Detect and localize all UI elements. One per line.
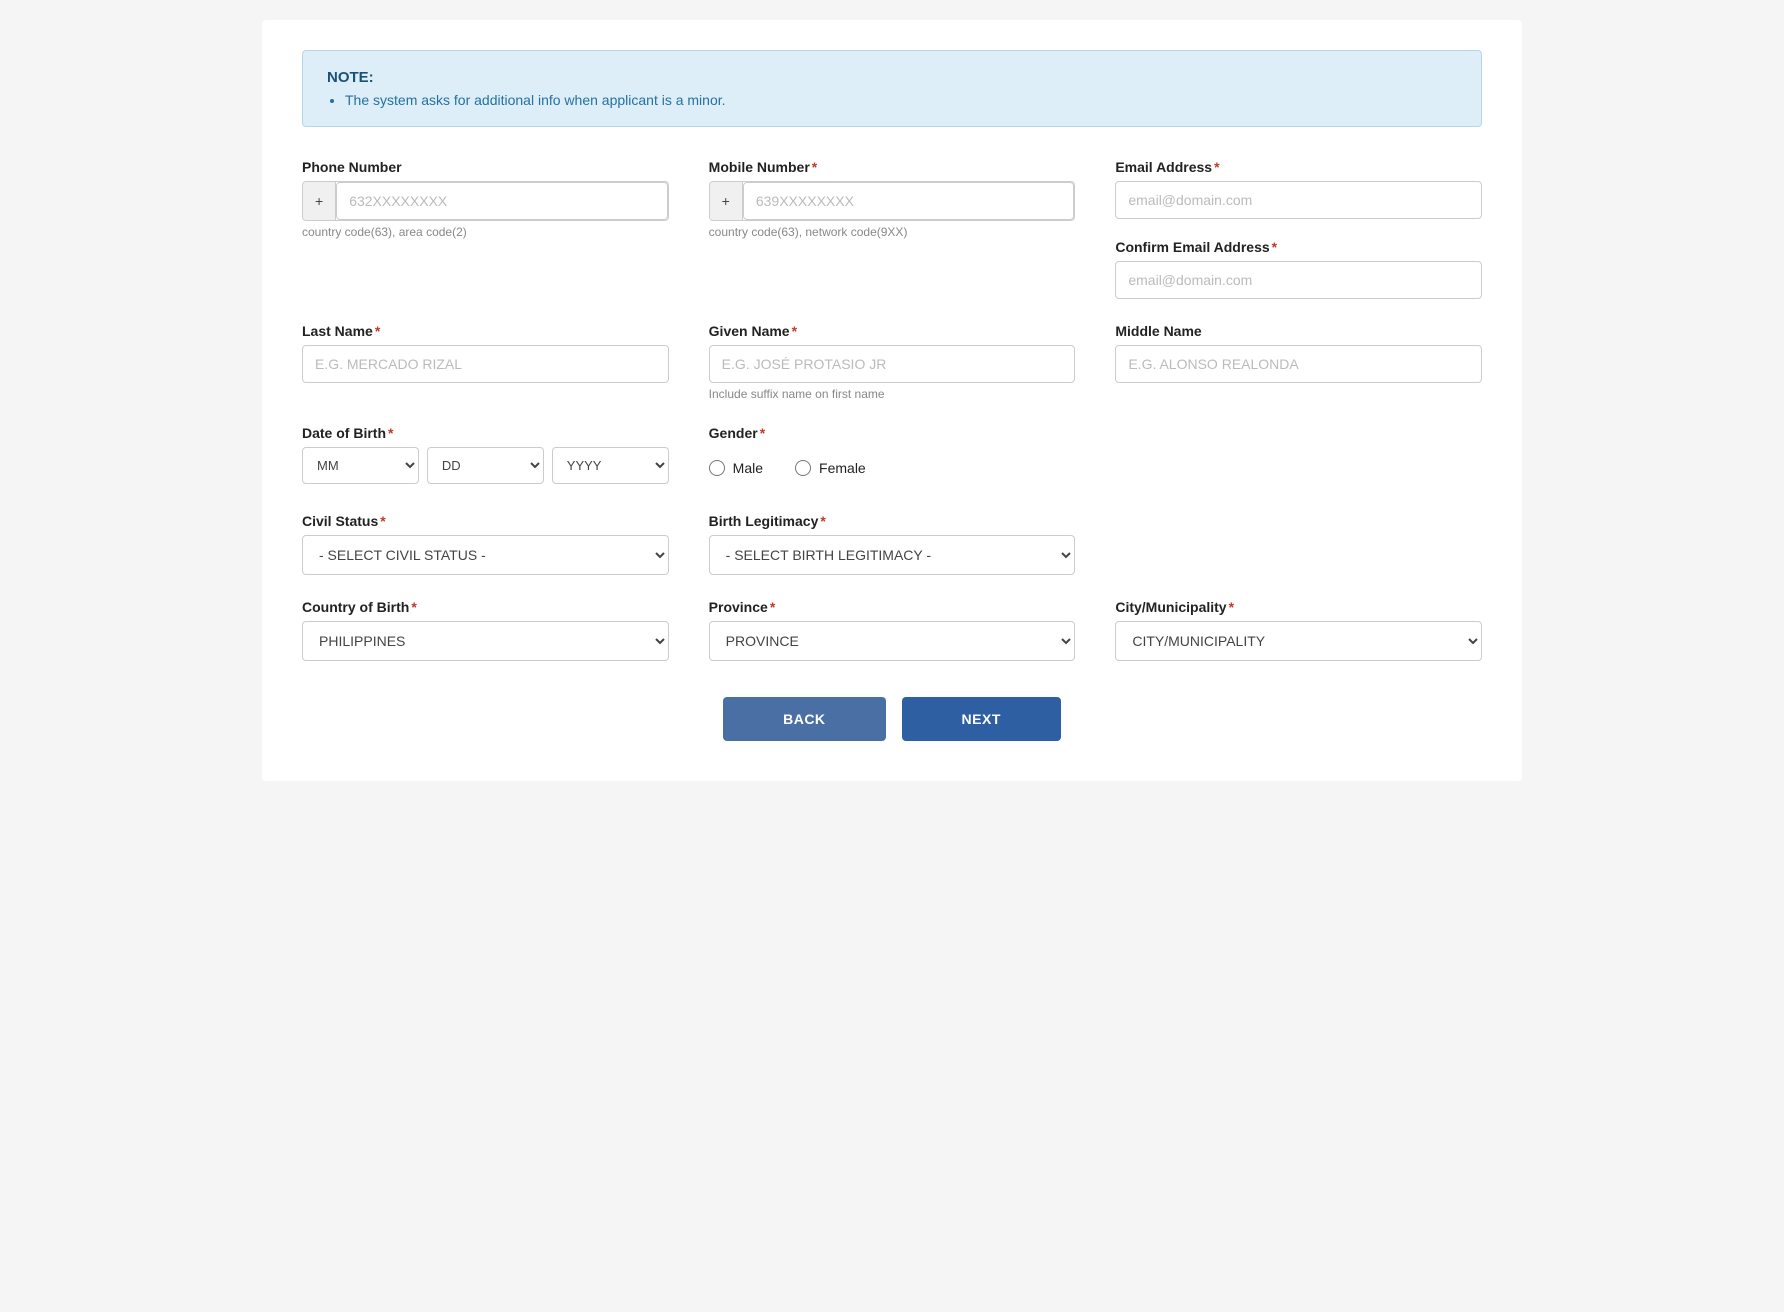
col-city-municipality: City/Municipality* CITY/MUNICIPALITY [1115,599,1482,661]
mobile-prefix: + [710,182,743,220]
province-label: Province* [709,599,1076,615]
col-phone: Phone Number + country code(63), area co… [302,159,669,239]
middle-name-input[interactable] [1115,345,1482,383]
row-dob-gender: Date of Birth* MM DD YYYY Gender* [302,425,1482,489]
gender-female-label: Female [819,460,866,476]
note-box: NOTE: The system asks for additional inf… [302,50,1482,127]
phone-prefix: + [303,182,336,220]
note-title: NOTE: [327,69,1457,86]
city-municipality-label: City/Municipality* [1115,599,1482,615]
col-birth-legitimacy: Birth Legitimacy* - SELECT BIRTH LEGITIM… [709,513,1076,575]
col-mobile: Mobile Number* + country code(63), netwo… [709,159,1076,239]
dob-mm-select[interactable]: MM [302,447,419,484]
back-button[interactable]: BACK [723,697,885,741]
col-gender: Gender* Male Female [709,425,1076,489]
phone-label: Phone Number [302,159,669,175]
country-birth-label: Country of Birth* [302,599,669,615]
dob-label: Date of Birth* [302,425,669,441]
mobile-input-group: + [709,181,1076,221]
phone-input-group: + [302,181,669,221]
row-location: Country of Birth* PHILIPPINES Province* … [302,599,1482,661]
country-birth-select[interactable]: PHILIPPINES [302,621,669,661]
col-dob: Date of Birth* MM DD YYYY [302,425,669,484]
gender-male-label: Male [733,460,763,476]
gender-label: Gender* [709,425,1076,441]
dob-dd-select[interactable]: DD [427,447,544,484]
email-label: Email Address* [1115,159,1482,175]
col-province: Province* PROVINCE [709,599,1076,661]
civil-status-label: Civil Status* [302,513,669,529]
gender-female-option[interactable]: Female [795,460,866,476]
row-civil-legitimacy: Civil Status* - SELECT CIVIL STATUS - Bi… [302,513,1482,575]
dob-row: MM DD YYYY [302,447,669,484]
birth-legitimacy-select[interactable]: - SELECT BIRTH LEGITIMACY - [709,535,1076,575]
confirm-email-input[interactable] [1115,261,1482,299]
middle-name-label: Middle Name [1115,323,1482,339]
note-text: The system asks for additional info when… [345,92,1457,108]
form-container: NOTE: The system asks for additional inf… [262,20,1522,781]
col-email: Email Address* Confirm Email Address* [1115,159,1482,299]
city-municipality-select[interactable]: CITY/MUNICIPALITY [1115,621,1482,661]
civil-status-select[interactable]: - SELECT CIVIL STATUS - [302,535,669,575]
confirm-email-label: Confirm Email Address* [1115,239,1482,255]
mobile-label: Mobile Number* [709,159,1076,175]
birth-legitimacy-label: Birth Legitimacy* [709,513,1076,529]
given-name-input[interactable] [709,345,1076,383]
gender-male-option[interactable]: Male [709,460,763,476]
bottom-buttons: BACK NEXT [302,697,1482,741]
row-contact: Phone Number + country code(63), area co… [302,159,1482,299]
next-button[interactable]: NEXT [902,697,1061,741]
province-select[interactable]: PROVINCE [709,621,1076,661]
col-given-name: Given Name* Include suffix name on first… [709,323,1076,401]
phone-hint: country code(63), area code(2) [302,225,669,239]
gender-options: Male Female [709,447,1076,489]
given-name-hint: Include suffix name on first name [709,387,1076,401]
last-name-label: Last Name* [302,323,669,339]
col-last-name: Last Name* [302,323,669,383]
mobile-input[interactable] [743,182,1074,220]
email-input[interactable] [1115,181,1482,219]
confirm-email-group: Confirm Email Address* [1115,239,1482,299]
last-name-input[interactable] [302,345,669,383]
gender-female-radio[interactable] [795,460,811,476]
given-name-label: Given Name* [709,323,1076,339]
phone-input[interactable] [336,182,667,220]
col-country-birth: Country of Birth* PHILIPPINES [302,599,669,661]
col-civil-status: Civil Status* - SELECT CIVIL STATUS - [302,513,669,575]
row-name: Last Name* Given Name* Include suffix na… [302,323,1482,401]
gender-male-radio[interactable] [709,460,725,476]
dob-yyyy-select[interactable]: YYYY [552,447,669,484]
mobile-hint: country code(63), network code(9XX) [709,225,1076,239]
col-middle-name: Middle Name [1115,323,1482,383]
